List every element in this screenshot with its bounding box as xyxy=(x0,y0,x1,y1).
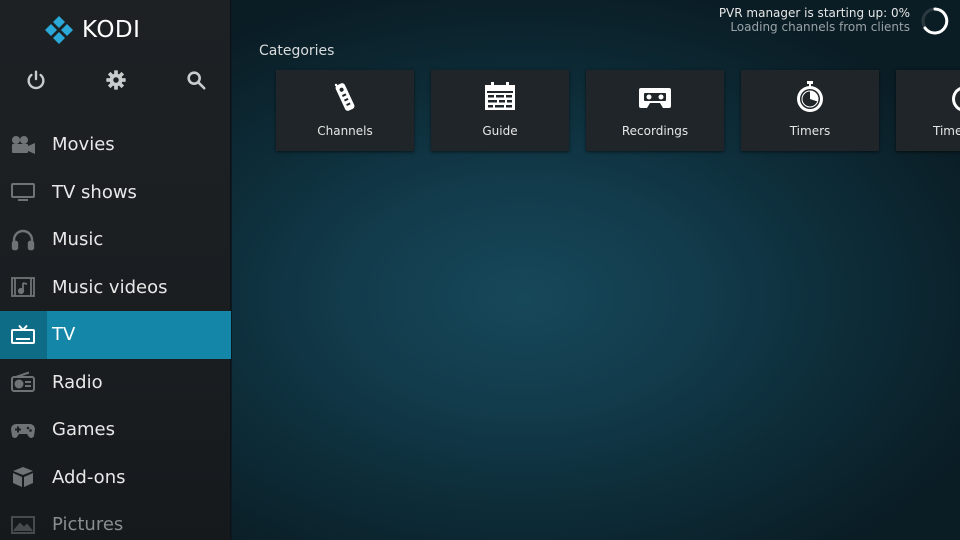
sidebar: KODI Movies TV shows Music Music videos … xyxy=(0,0,231,540)
sidebar-item-music-videos[interactable]: Music videos xyxy=(0,264,231,312)
gear-icon xyxy=(106,70,126,90)
logo-text: KODI xyxy=(82,17,141,43)
movie-camera-icon xyxy=(9,133,37,157)
tv-icon xyxy=(9,323,37,347)
kodi-logo[interactable]: KODI xyxy=(44,14,164,46)
tile-channels[interactable]: Channels xyxy=(276,70,414,151)
sidebar-item-music[interactable]: Music xyxy=(0,216,231,264)
category-tiles: Channels Guide Recordings Timers Time xyxy=(276,70,960,152)
timer-rules-icon xyxy=(947,80,960,114)
sidebar-item-radio[interactable]: Radio xyxy=(0,359,231,407)
main-menu: Movies TV shows Music Music videos TV Ra… xyxy=(0,121,231,540)
sidebar-item-games[interactable]: Games xyxy=(0,406,231,454)
music-video-icon xyxy=(9,275,37,299)
sidebar-item-label: Radio xyxy=(52,371,103,393)
settings-button[interactable] xyxy=(100,64,132,96)
tile-recordings[interactable]: Recordings xyxy=(586,70,724,151)
kodi-window: KODI Movies TV shows Music Music videos … xyxy=(0,0,960,540)
sidebar-item-label: Games xyxy=(52,419,115,441)
tile-guide[interactable]: Guide xyxy=(431,70,569,151)
busy-spinner-icon xyxy=(921,7,949,35)
sidebar-item-label: Add-ons xyxy=(52,466,126,488)
calendar-grid-icon xyxy=(482,80,518,114)
main-panel: PVR manager is starting up: 0% Loading c… xyxy=(232,0,960,540)
picture-icon xyxy=(9,513,37,537)
status-line-1: PVR manager is starting up: 0% xyxy=(718,6,910,20)
stopwatch-icon xyxy=(792,80,828,114)
sidebar-item-label: Pictures xyxy=(52,514,124,536)
pvr-status: PVR manager is starting up: 0% Loading c… xyxy=(719,6,910,34)
search-icon xyxy=(187,71,206,90)
tile-label: Timer rules xyxy=(933,124,960,138)
top-buttons xyxy=(0,64,231,96)
remote-icon xyxy=(327,80,363,114)
sidebar-item-pictures[interactable]: Pictures xyxy=(0,501,231,540)
sidebar-item-movies[interactable]: Movies xyxy=(0,121,231,169)
tile-timer-rules[interactable]: Timer rules xyxy=(896,70,960,151)
tile-label: Channels xyxy=(317,124,373,138)
tile-label: Recordings xyxy=(621,124,689,138)
power-button[interactable] xyxy=(20,64,52,96)
sidebar-item-label: Music xyxy=(52,229,104,251)
sidebar-item-add-ons[interactable]: Add-ons xyxy=(0,454,231,502)
sidebar-item-label: Music videos xyxy=(52,276,168,298)
power-icon xyxy=(27,70,45,90)
sidebar-item-label: TV shows xyxy=(52,181,137,203)
kodi-logo-icon xyxy=(45,16,73,44)
sidebar-item-tv-shows[interactable]: TV shows xyxy=(0,169,231,217)
sidebar-item-tv[interactable]: TV xyxy=(0,311,231,359)
cassette-icon xyxy=(637,80,673,114)
sidebar-item-label: TV xyxy=(52,324,76,346)
search-button[interactable] xyxy=(180,64,212,96)
headphones-icon xyxy=(9,228,37,252)
gamepad-icon xyxy=(9,418,37,442)
sidebar-item-label: Movies xyxy=(52,134,115,156)
tile-label: Timers xyxy=(789,124,831,138)
box-icon xyxy=(9,465,37,489)
monitor-icon xyxy=(9,180,37,204)
status-line-2: Loading channels from clients xyxy=(730,20,910,34)
categories-title: Categories xyxy=(259,43,335,59)
tile-label: Guide xyxy=(482,124,518,138)
tile-timers[interactable]: Timers xyxy=(741,70,879,151)
radio-icon xyxy=(9,370,37,394)
